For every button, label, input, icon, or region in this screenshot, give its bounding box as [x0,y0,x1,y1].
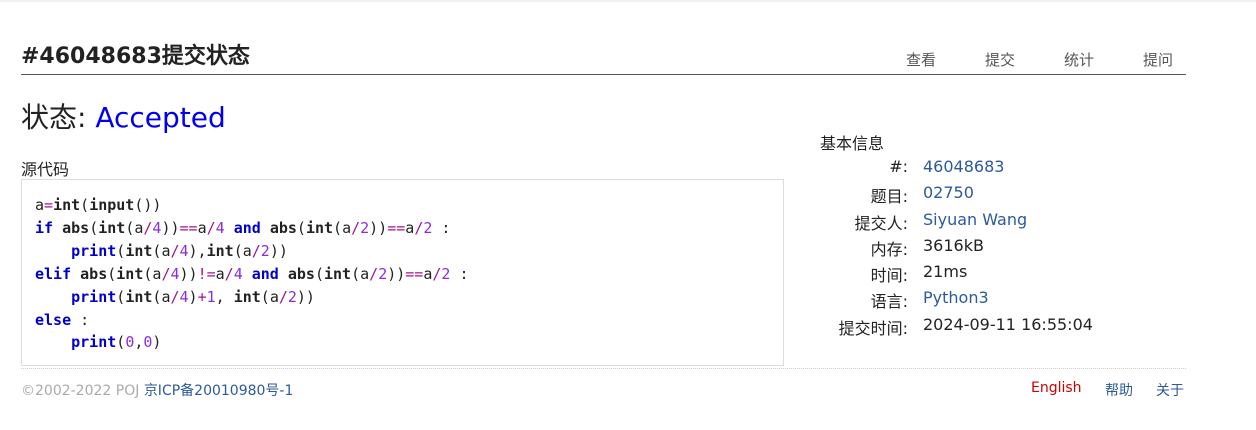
status-line: 状态: Accepted [21,96,226,136]
code-line: if abs(int(a/4))==a/4 and abs(int(a/2))=… [35,218,451,237]
info-value-submit-time: 2024-09-11 16:55:04 [923,315,1093,334]
info-row-language: 语言: Python3 [800,288,1200,312]
code-line: print(int(a/4),int(a/2)) [71,241,288,260]
info-row-user: 提交人: Siyuan Wang [800,210,1200,234]
icp-link[interactable]: 京ICP备20010980号-1 [144,383,294,399]
nav-view[interactable]: 查看 [906,49,936,70]
info-value-language[interactable]: Python3 [923,288,989,307]
code-line: elif abs(int(a/4))!=a/4 and abs(int(a/2)… [35,264,469,283]
code-line: a=int(input()) [35,196,162,214]
info-value-time: 21ms [923,262,968,281]
status-label: 状态: [21,101,87,134]
info-title: 基本信息 [820,134,885,153]
info-row-submit-time: 提交时间: 2024-09-11 16:55:04 [800,315,1200,339]
page-title: #46048683提交状态 [21,44,250,69]
top-border [0,0,1256,2]
top-nav: 查看 提交 统计 提问 [880,49,1186,69]
code-line: print(0,0) [71,333,162,352]
info-key: #: [889,157,908,176]
help-link[interactable]: 帮助 [1105,380,1133,400]
header-divider [21,74,1186,75]
english-link[interactable]: English [1031,380,1082,396]
footer-links: English 帮助 关于 [1000,380,1186,400]
footer-copyright: ©2002-2022 POJ 京ICP备20010980号-1 [21,380,293,400]
info-value-problem[interactable]: 02750 [923,183,974,202]
footer-divider [21,368,1186,369]
status-value: Accepted [95,101,226,134]
info-row-memory: 内存: 3616kB [800,236,1200,260]
code-line: print(int(a/4)+1, int(a/2)) [71,287,315,306]
source-code-box: a=int(input()) if abs(int(a/4))==a/4 and… [21,179,784,366]
info-key: 语言: [870,292,908,311]
nav-submit[interactable]: 提交 [985,49,1015,70]
about-link[interactable]: 关于 [1156,380,1184,400]
info-row-id: #: 46048683 [800,157,1200,181]
source-code: a=int(input()) if abs(int(a/4))==a/4 and… [35,194,469,354]
code-line: else : [35,310,90,329]
info-key: 提交人: [854,214,908,233]
copyright-text: ©2002-2022 POJ [21,383,140,399]
info-value-user[interactable]: Siyuan Wang [923,210,1027,229]
info-row-time: 时间: 21ms [800,262,1200,286]
nav-ask[interactable]: 提问 [1143,49,1173,70]
info-key: 题目: [870,187,908,206]
info-row-problem: 题目: 02750 [800,183,1200,207]
info-value-id[interactable]: 46048683 [923,157,1004,176]
source-code-label: 源代码 [21,160,70,179]
info-key: 提交时间: [838,319,908,338]
info-key: 时间: [870,266,908,285]
nav-statistics[interactable]: 统计 [1064,49,1094,70]
info-value-memory: 3616kB [923,236,984,255]
info-key: 内存: [870,240,908,259]
